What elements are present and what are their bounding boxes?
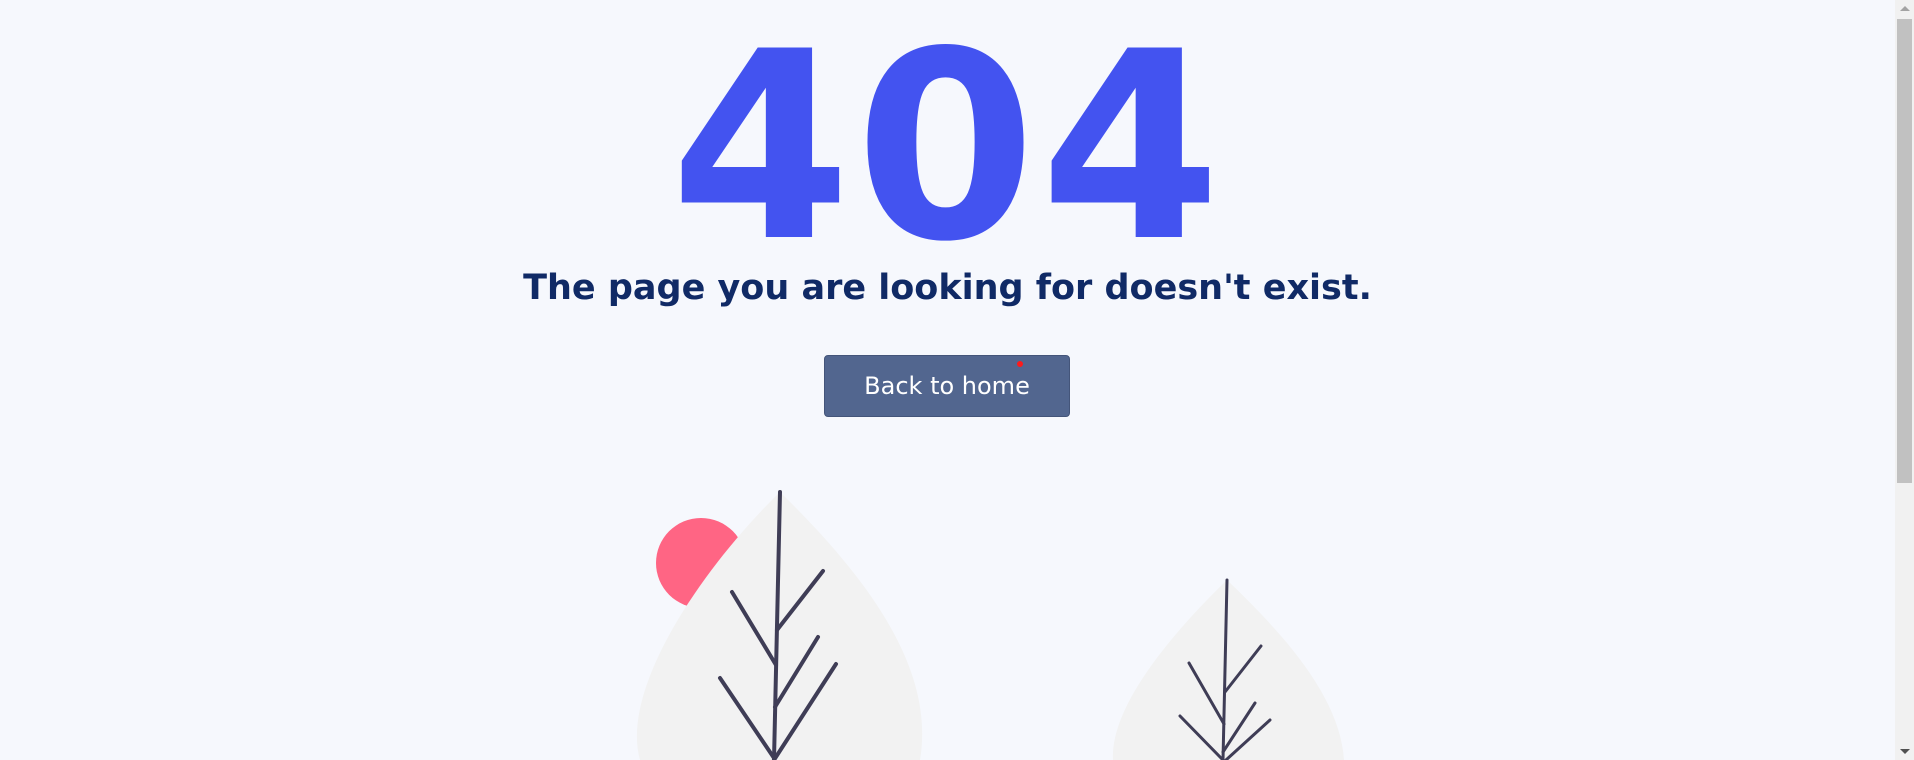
main-content: 404 The page you are looking for doesn't… <box>0 0 1895 760</box>
cursor-marker <box>1017 361 1023 367</box>
error-code: 404 <box>670 0 1225 299</box>
scroll-down-arrow-icon[interactable] <box>1895 743 1914 760</box>
plant-illustration <box>636 490 1344 760</box>
not-found-page: 404 The page you are looking for doesn't… <box>0 0 1914 760</box>
back-to-home-button[interactable]: Back to home <box>824 355 1070 417</box>
error-message: The page you are looking for doesn't exi… <box>523 268 1372 308</box>
scrollbar-thumb[interactable] <box>1897 19 1912 483</box>
scroll-up-arrow-icon[interactable] <box>1895 0 1914 17</box>
small-leaf-icon <box>1112 580 1344 760</box>
vertical-scrollbar[interactable] <box>1895 0 1914 760</box>
